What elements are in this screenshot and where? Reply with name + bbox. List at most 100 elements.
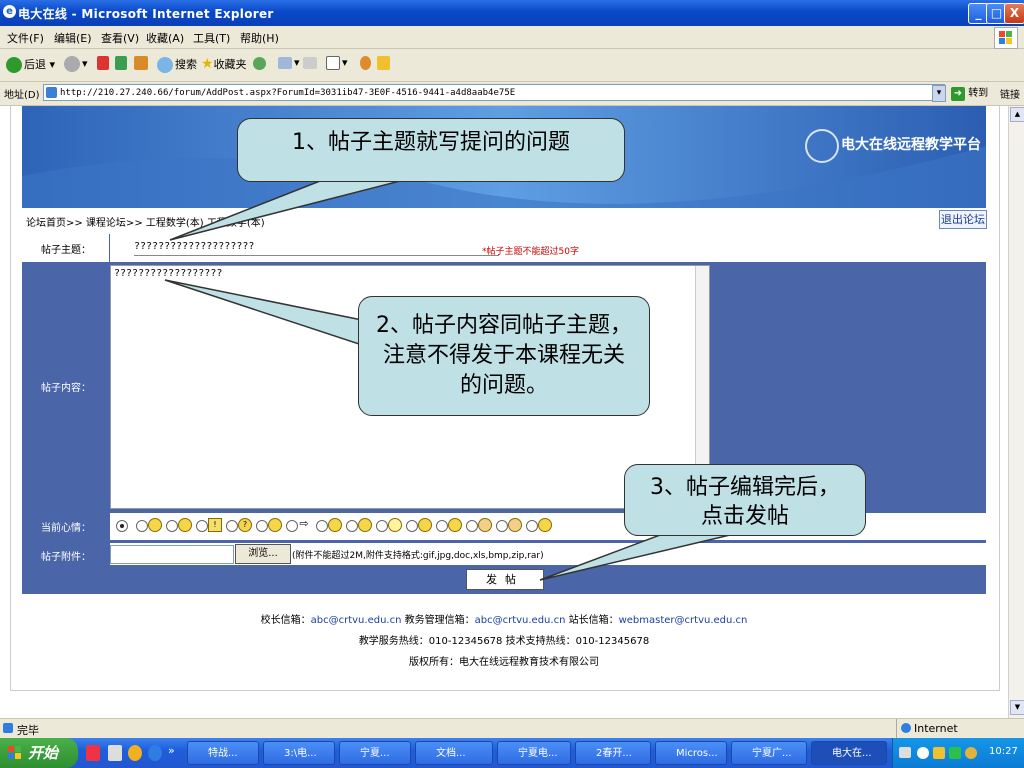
mood-radio-12[interactable]: [436, 520, 448, 532]
submit-post-button[interactable]: 发帖: [466, 569, 544, 590]
search-icon: [157, 57, 173, 73]
mood-radio-10[interactable]: [376, 520, 388, 532]
home-button[interactable]: [134, 56, 150, 70]
task-item-1[interactable]: 特战...: [187, 741, 259, 765]
happy-icon: [268, 518, 282, 532]
task-item-9[interactable]: 电大在...: [811, 741, 887, 765]
menu-tools[interactable]: 工具(T): [193, 30, 230, 46]
menu-bar: 文件(F) 编辑(E) 查看(V) 收藏(A) 工具(T) 帮助(H): [0, 26, 1024, 49]
mood-radio-14[interactable]: [496, 520, 508, 532]
smile-icon: [148, 518, 162, 532]
mood-radio-7[interactable]: [286, 520, 298, 532]
task-item-2[interactable]: 3:\电...: [263, 741, 335, 765]
mood-radio-13[interactable]: [466, 520, 478, 532]
principal-email-link[interactable]: abc@crtvu.edu.cn: [311, 615, 402, 626]
refresh-button[interactable]: [115, 56, 129, 70]
menu-help[interactable]: 帮助(H): [240, 30, 279, 46]
back-button[interactable]: 后退 ▾: [6, 56, 55, 73]
messenger-button[interactable]: [360, 56, 373, 70]
mood-radio-8[interactable]: [316, 520, 328, 532]
browse-button[interactable]: 浏览...: [235, 544, 291, 564]
mood-radio-4[interactable]: [196, 520, 208, 532]
network-icon[interactable]: [949, 747, 961, 759]
shield-icon[interactable]: [965, 747, 977, 759]
mood-radio-1[interactable]: [116, 520, 128, 532]
site-logo: 电大在线远程教学平台: [841, 137, 981, 153]
history-icon: [253, 56, 266, 70]
task-item-5[interactable]: 宁夏电...: [497, 741, 571, 765]
status-bar: 完毕 Internet: [0, 718, 1024, 739]
task-item-6[interactable]: 2春开...: [575, 741, 651, 765]
search-button[interactable]: 搜索: [157, 56, 197, 73]
menu-favorites[interactable]: 收藏(A): [146, 30, 184, 46]
print-button[interactable]: [303, 56, 319, 69]
scroll-down-arrow-icon[interactable]: ▼: [1010, 700, 1024, 715]
subject-label: 帖子主题：: [41, 245, 91, 256]
taskbar: 开始 » 特战... 3:\电... 宁夏... 文档... 宁夏电... 2春…: [0, 738, 1024, 768]
address-dropdown-button[interactable]: ▾: [932, 85, 946, 102]
angry-icon: [328, 518, 342, 532]
content-label: 帖子内容：: [41, 383, 91, 394]
divider: [109, 234, 110, 262]
mail-button[interactable]: ▾: [278, 56, 300, 69]
mood-radio-9[interactable]: [346, 520, 358, 532]
menu-file[interactable]: 文件(F): [7, 30, 44, 46]
edit-button[interactable]: ▾: [326, 56, 348, 70]
go-button[interactable]: ➜ 转到: [951, 84, 988, 101]
media-icon: [377, 56, 390, 70]
history-button[interactable]: [253, 56, 268, 70]
mood-radio-5[interactable]: [226, 520, 238, 532]
quicklaunch-icon-2[interactable]: [108, 745, 122, 761]
callout-submit: 3、帖子编辑完后，点击发帖: [624, 464, 866, 536]
forward-arrow-icon: [64, 56, 80, 72]
globe-icon: [901, 723, 911, 733]
task-item-4[interactable]: 文档...: [415, 741, 493, 765]
mood-radio-15[interactable]: [526, 520, 538, 532]
footer-contacts: 校长信箱：abc@crtvu.edu.cn 教务管理信箱：abc@crtvu.e…: [260, 615, 748, 626]
links-button[interactable]: 链接: [1000, 86, 1020, 101]
media-button[interactable]: [377, 56, 392, 70]
subject-input[interactable]: ????????????????????: [134, 238, 499, 256]
mood-radio-11[interactable]: [406, 520, 418, 532]
page-scrollbar[interactable]: ▲ ▼: [1008, 106, 1024, 718]
task-item-7[interactable]: Micros...: [655, 741, 727, 765]
task-item-8[interactable]: 宁夏广...: [731, 741, 807, 765]
windows-logo-icon: [8, 746, 22, 760]
mood-radio-2[interactable]: [136, 520, 148, 532]
quicklaunch-icon-1[interactable]: [86, 745, 100, 761]
forward-button[interactable]: ▾: [64, 56, 88, 72]
home-icon: [134, 56, 148, 70]
content-text: ??????????????????: [114, 268, 223, 279]
refresh-icon: [115, 56, 127, 70]
volume-icon[interactable]: [933, 747, 945, 759]
windows-flag-icon: [994, 27, 1018, 49]
webmaster-email-link[interactable]: webmaster@crtvu.edu.cn: [619, 615, 748, 626]
breadcrumb[interactable]: 论坛首页>> 课程论坛>> 工程数学(本) 工程数学(本): [26, 214, 265, 229]
task-item-3[interactable]: 宁夏...: [339, 741, 411, 765]
quicklaunch-qq-icon[interactable]: [128, 745, 142, 761]
window-title-bar[interactable]: e 电大在线 - Microsoft Internet Explorer _ □…: [0, 0, 1024, 26]
subject-row: 帖子主题： ???????????????????? *帖子主题不能超过50字: [22, 234, 986, 262]
clock[interactable]: 10:27: [989, 746, 1018, 757]
stop-button[interactable]: [97, 56, 111, 70]
help-icon[interactable]: [917, 747, 929, 759]
quicklaunch-more-icon[interactable]: »: [168, 744, 175, 757]
print-icon: [303, 57, 317, 69]
callout-content: 2、帖子内容同帖子主题，注意不得发于本课程无关的问题。: [358, 296, 650, 416]
favorites-button[interactable]: ★收藏夹: [201, 56, 247, 72]
address-input[interactable]: http://210.27.240.66/forum/AddPost.aspx?…: [43, 84, 945, 101]
menu-view[interactable]: 查看(V): [101, 30, 139, 46]
academic-email-link[interactable]: abc@crtvu.edu.cn: [475, 615, 566, 626]
toolbar: 后退 ▾ ▾ 搜索 ★收藏夹 ▾ ▾: [0, 49, 1024, 82]
star-icon: ★: [201, 56, 214, 72]
keyboard-icon[interactable]: [899, 747, 911, 758]
attachment-file-input[interactable]: [110, 545, 234, 564]
logout-button[interactable]: 退出论坛: [939, 210, 987, 229]
mood-radio-6[interactable]: [256, 520, 268, 532]
menu-edit[interactable]: 编辑(E): [54, 30, 92, 46]
quicklaunch-ie-icon[interactable]: [148, 745, 162, 761]
close-button[interactable]: X: [1004, 3, 1024, 24]
mood-radio-3[interactable]: [166, 520, 178, 532]
laugh-icon: [448, 518, 462, 532]
scroll-up-arrow-icon[interactable]: ▲: [1010, 107, 1024, 122]
